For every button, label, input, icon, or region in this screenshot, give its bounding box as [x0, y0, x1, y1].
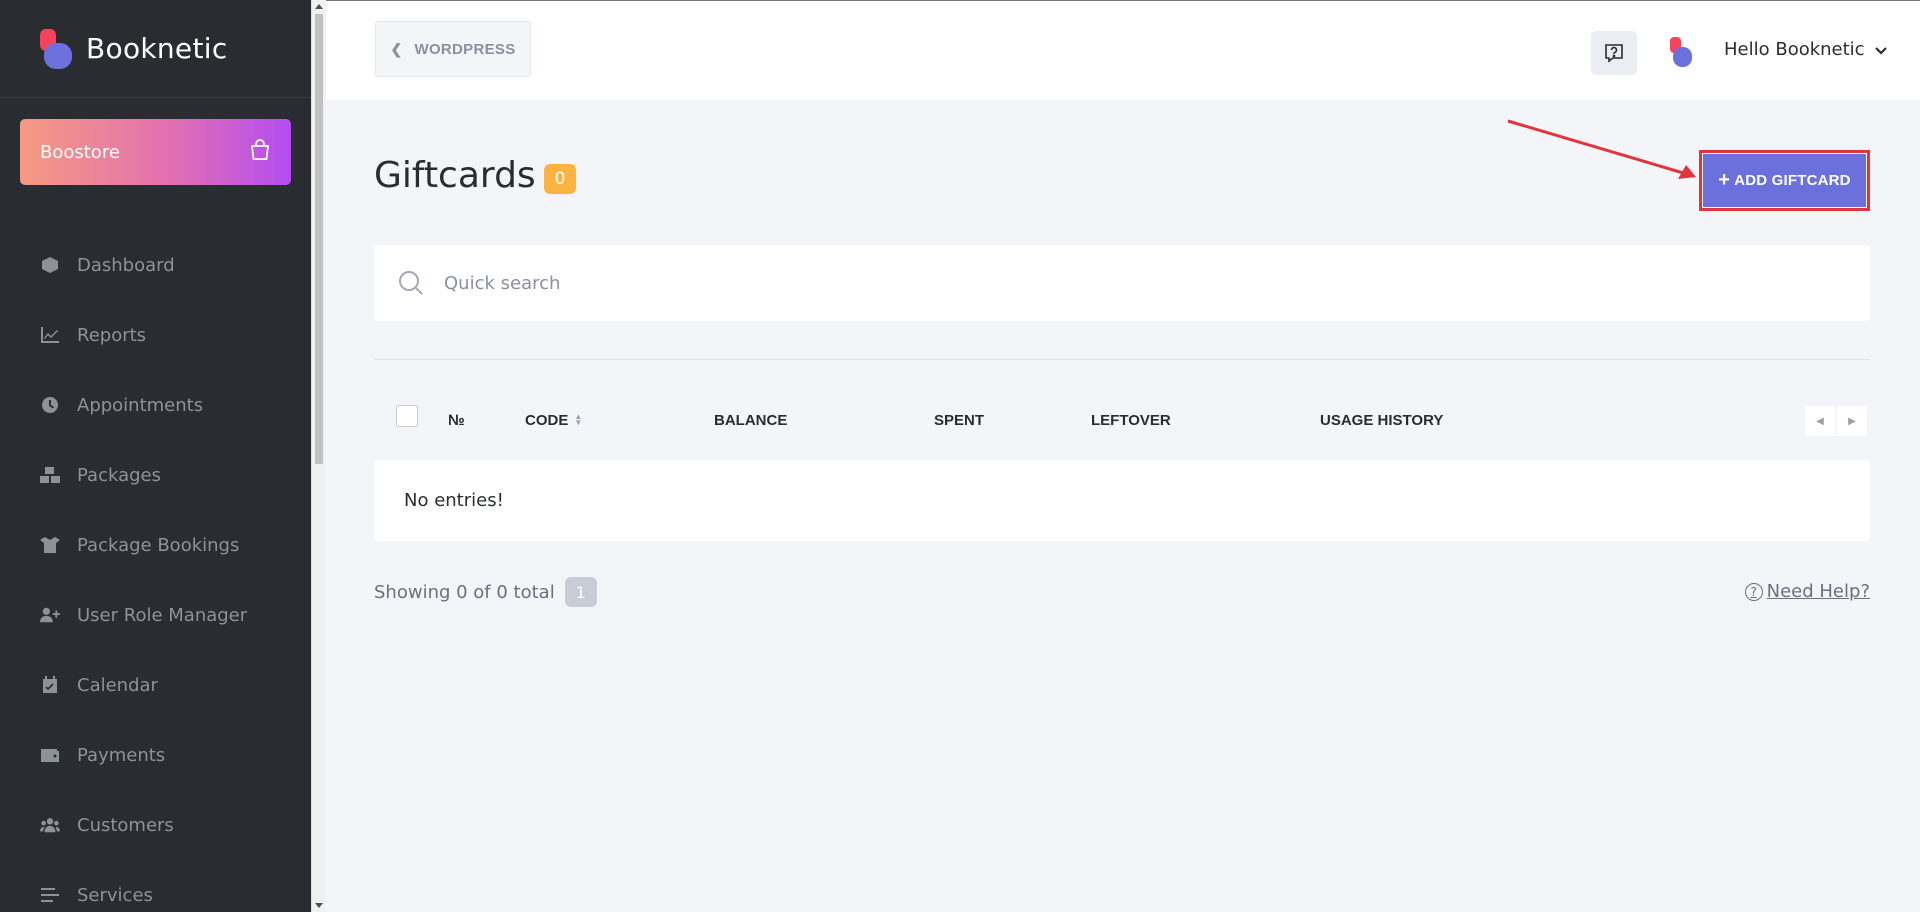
sidebar-item-label: Packages [77, 464, 161, 486]
column-spent: SPENT [934, 411, 985, 429]
column-usage-history: USAGE HISTORY [1320, 411, 1444, 429]
table-header: № CODE ▲ ▼ BALANCE SPENT LEFTOVER USAGE H… [374, 395, 1870, 445]
sidebar-item-payments[interactable]: Payments [0, 720, 311, 790]
sidebar-item-label: Calendar [77, 674, 158, 696]
add-giftcard-label: ADD GIFTCARD [1734, 172, 1851, 189]
brand[interactable]: Booknetic [0, 0, 311, 98]
need-help-label: Need Help? [1766, 581, 1870, 602]
search-input[interactable] [444, 272, 1744, 294]
sidebar-item-label: Dashboard [77, 254, 175, 276]
scroll-thumb[interactable] [315, 14, 323, 464]
divider [374, 359, 1870, 360]
need-help-link[interactable]: ? Need Help? [1744, 581, 1870, 602]
help-chat-button[interactable] [1591, 31, 1637, 75]
search-icon [399, 271, 423, 295]
caret-right-icon: ▶ [1848, 415, 1856, 427]
chart-line-icon [40, 325, 60, 345]
sidebar-item-label: Customers [77, 814, 174, 836]
user-greeting: Hello Booknetic [1724, 39, 1865, 60]
sidebar-item-customers[interactable]: Customers [0, 790, 311, 860]
sidebar-item-calendar[interactable]: Calendar [0, 650, 311, 720]
avatar[interactable] [1670, 37, 1692, 67]
sidebar-scrollbar[interactable] [311, 0, 326, 912]
scroll-down-icon[interactable] [315, 900, 323, 910]
search-box [374, 245, 1870, 321]
sidebar-item-label: Payments [77, 744, 166, 766]
sidebar-item-appointments[interactable]: Appointments [0, 370, 311, 440]
wallet-icon [40, 745, 60, 765]
boostore-label: Boostore [40, 141, 120, 163]
page-number-button[interactable]: 1 [564, 577, 597, 607]
wordpress-label: WORDPRESS [414, 40, 516, 58]
cube-icon [40, 255, 60, 275]
table-body: No entries! [374, 460, 1870, 541]
booknetic-logo-icon [40, 28, 72, 69]
sort-icon[interactable]: ▲ ▼ [574, 413, 582, 427]
chevron-left-icon: ❮ [390, 40, 403, 57]
sidebar-item-dashboard[interactable]: Dashboard [0, 230, 311, 300]
question-circle-icon: ? [1744, 582, 1763, 601]
caret-left-icon: ◀ [1816, 415, 1824, 427]
sidebar-item-user-role-manager[interactable]: User Role Manager [0, 580, 311, 650]
shopping-bag-icon [249, 138, 271, 166]
pagination-info: Showing 0 of 0 total 1 [374, 577, 597, 607]
sidebar-item-label: User Role Manager [77, 604, 248, 626]
boostore-button[interactable]: Boostore [20, 119, 291, 185]
column-balance: BALANCE [714, 411, 788, 429]
boxes-icon [40, 465, 60, 485]
question-message-icon [1605, 44, 1623, 63]
scroll-up-icon[interactable] [315, 2, 323, 12]
sidebar-item-services[interactable]: Services [0, 860, 311, 912]
column-leftover: LEFTOVER [1091, 411, 1171, 429]
column-code[interactable]: CODE ▲ ▼ [525, 395, 582, 445]
sidebar-menu: Dashboard Reports Appointments Packages … [0, 230, 311, 912]
empty-message: No entries! [404, 490, 504, 511]
sidebar-item-label: Appointments [77, 394, 204, 416]
scroll-right-button[interactable]: ▶ [1837, 406, 1867, 436]
page-title: Giftcards [374, 155, 536, 196]
brand-name: Booknetic [86, 32, 228, 65]
column-number: № [448, 411, 465, 429]
clock-icon [40, 395, 60, 415]
count-badge: 0 [544, 164, 576, 194]
sidebar-item-label: Reports [77, 324, 147, 346]
sidebar-item-label: Services [77, 884, 153, 906]
box-open-icon [40, 535, 60, 555]
wordpress-back-button[interactable]: ❮ WORDPRESS [375, 21, 531, 77]
users-icon [40, 815, 60, 835]
scroll-left-button[interactable]: ◀ [1805, 406, 1835, 436]
select-all-checkbox[interactable] [396, 405, 418, 427]
column-code-label: CODE [525, 411, 569, 429]
sidebar-item-packages[interactable]: Packages [0, 440, 311, 510]
add-giftcard-button[interactable]: + ADD GIFTCARD [1703, 154, 1866, 207]
list-icon [40, 885, 60, 905]
sidebar-item-reports[interactable]: Reports [0, 300, 311, 370]
annotation-arrow-icon [1507, 119, 1696, 179]
plus-icon: + [1718, 169, 1731, 191]
calendar-icon [40, 675, 60, 695]
sidebar-item-label: Package Bookings [77, 534, 240, 556]
sidebar-item-package-bookings[interactable]: Package Bookings [0, 510, 311, 580]
chevron-down-icon [1874, 39, 1887, 60]
top-bar: ❮ WORDPRESS Hello Booknetic [326, 0, 1920, 100]
showing-text: Showing 0 of 0 total [374, 581, 555, 603]
user-menu[interactable]: Hello Booknetic [1724, 39, 1887, 60]
sidebar: Booknetic Boostore Dashboard Reports App… [0, 0, 311, 912]
user-plus-icon [40, 605, 60, 625]
